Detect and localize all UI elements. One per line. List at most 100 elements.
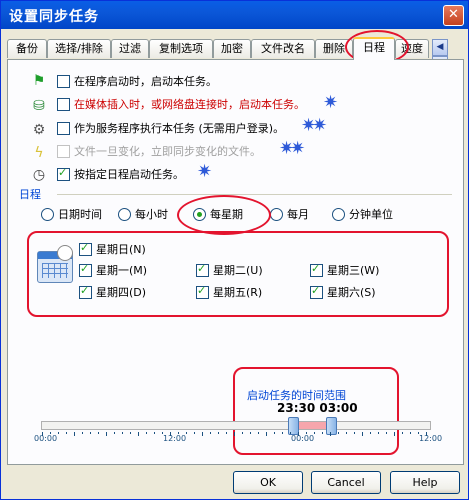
window-title: 设置同步任务 — [9, 9, 99, 25]
day-label: 星期日(N) — [96, 243, 146, 256]
option-checkbox[interactable] — [57, 144, 70, 158]
day-saturday[interactable]: 星期六(S) — [310, 284, 376, 300]
tab-select-exclude[interactable]: 选择/排除 — [47, 39, 111, 58]
day-checkbox[interactable] — [79, 262, 92, 277]
annotation-star-icon: ✷✷ — [279, 138, 305, 159]
option-label: 文件一旦变化，立即同步变化的文件。 — [74, 145, 261, 158]
option-checkbox[interactable] — [57, 74, 70, 88]
slider-tick — [274, 432, 275, 434]
group-divider — [57, 194, 452, 195]
slider-tick — [106, 432, 107, 436]
slider-tick — [210, 432, 211, 434]
radio-button[interactable] — [332, 207, 345, 221]
annotation-star-icon: ✷ — [197, 161, 213, 182]
option-run-as-service[interactable]: 作为服务程序执行本任务 (无需用户登录)。 — [57, 119, 284, 137]
tab-scroll-arrows: ◀▶ — [432, 39, 462, 73]
tab-encryption[interactable]: 加密 — [213, 39, 251, 58]
option-checkbox[interactable] — [57, 166, 70, 181]
slider-tick — [226, 432, 227, 434]
tab-strip: 备份 选择/排除 过滤 复制选项 加密 文件改名 删除 日程 速度 — [7, 37, 462, 60]
tab-schedule[interactable]: 日程 — [353, 37, 395, 60]
day-friday[interactable]: 星期五(R) — [196, 284, 262, 300]
radio-label: 每月 — [287, 208, 309, 221]
day-checkbox[interactable] — [79, 241, 92, 256]
slider-tick — [386, 432, 387, 434]
radio-label: 日期时间 — [58, 208, 102, 221]
option-run-on-startup[interactable]: 在程序启动时，启动本任务。 — [57, 72, 217, 90]
lightning-icon: ϟ — [34, 145, 44, 161]
slider-tick — [370, 432, 371, 434]
day-checkbox[interactable] — [196, 284, 209, 299]
day-thursday[interactable]: 星期四(D) — [79, 284, 146, 300]
annotation-star-icon: ✷✷ — [301, 115, 327, 136]
range-end-thumb[interactable] — [326, 417, 337, 435]
option-checkbox[interactable] — [57, 97, 70, 111]
slider-tick — [90, 432, 91, 434]
slider-tick — [362, 432, 363, 436]
day-checkbox[interactable] — [79, 284, 92, 299]
day-tuesday[interactable]: 星期二(U) — [196, 262, 263, 278]
radio-monthly[interactable]: 每月 — [270, 206, 309, 222]
tab-copy-options[interactable]: 复制选项 — [149, 39, 213, 58]
slider-tick — [282, 432, 283, 434]
day-checkbox[interactable] — [196, 262, 209, 277]
close-button[interactable]: ✕ — [443, 5, 464, 26]
option-run-by-schedule[interactable]: 按指定日程启动任务。 — [57, 165, 184, 183]
day-label: 星期二(U) — [213, 264, 263, 277]
slider-tick — [122, 432, 123, 434]
slider-tick — [82, 432, 83, 434]
tab-scroll-left-icon[interactable]: ◀ — [432, 39, 448, 56]
tick-label: 00:00 — [291, 434, 315, 443]
slider-tick — [354, 432, 355, 434]
day-sunday[interactable]: 星期日(N) — [79, 241, 146, 257]
slider-tick — [322, 432, 323, 434]
radio-label: 每小时 — [135, 208, 168, 221]
radio-date-time[interactable]: 日期时间 — [41, 206, 102, 222]
day-label: 星期三(W) — [327, 264, 380, 277]
slider-tick — [130, 432, 131, 434]
cancel-button[interactable]: Cancel — [311, 471, 381, 494]
radio-button[interactable] — [118, 207, 131, 221]
slider-tick — [378, 432, 379, 434]
day-checkbox[interactable] — [310, 284, 323, 299]
tab-file-rename[interactable]: 文件改名 — [251, 39, 315, 58]
day-label: 星期四(D) — [96, 286, 147, 299]
day-label: 星期五(R) — [213, 286, 263, 299]
clock-icon: ◷ — [32, 167, 46, 183]
option-label: 在程序启动时，启动本任务。 — [74, 75, 217, 88]
option-sync-on-change[interactable]: 文件一旦变化，立即同步变化的文件。 — [57, 142, 261, 160]
tab-filter[interactable]: 过滤 — [111, 39, 149, 58]
day-label: 星期六(S) — [327, 286, 376, 299]
annotation-circle-weekly — [177, 195, 271, 235]
day-wednesday[interactable]: 星期三(W) — [310, 262, 379, 278]
help-button[interactable]: Help — [390, 471, 460, 494]
time-range-values: 23:30 03:00 — [277, 401, 358, 415]
tab-backup[interactable]: 备份 — [7, 39, 47, 58]
option-label: 作为服务程序执行本任务 (无需用户登录)。 — [74, 122, 285, 135]
tick-label: 00:00 — [34, 434, 58, 443]
network-drive-icon: ⛁ — [33, 98, 45, 114]
day-checkbox[interactable] — [310, 262, 323, 277]
radio-label: 分钟单位 — [349, 208, 393, 221]
radio-button[interactable] — [41, 207, 54, 221]
option-label: 按指定日程启动任务。 — [74, 168, 184, 181]
slider-tick — [402, 432, 403, 434]
option-run-on-media-insert[interactable]: 在媒体插入时，或网络盘连接时，启动本任务。 — [57, 95, 305, 113]
slider-tick — [202, 432, 203, 436]
range-end-time: 03:00 — [319, 401, 358, 415]
time-range-slider[interactable] — [41, 417, 431, 435]
day-monday[interactable]: 星期一(M) — [79, 262, 147, 278]
ok-button[interactable]: OK — [233, 471, 303, 494]
slider-tick — [66, 432, 67, 434]
radio-hourly[interactable]: 每小时 — [118, 206, 168, 222]
slider-tick — [314, 432, 315, 434]
tick-label: 12:00 — [419, 434, 443, 443]
range-fill — [294, 422, 330, 429]
slider-tick — [146, 432, 147, 434]
radio-minutes[interactable]: 分钟单位 — [332, 206, 393, 222]
slider-tick — [194, 432, 195, 434]
slider-tick — [74, 432, 75, 436]
option-checkbox[interactable] — [57, 121, 70, 135]
slider-tick — [218, 432, 219, 434]
radio-button[interactable] — [270, 207, 283, 221]
